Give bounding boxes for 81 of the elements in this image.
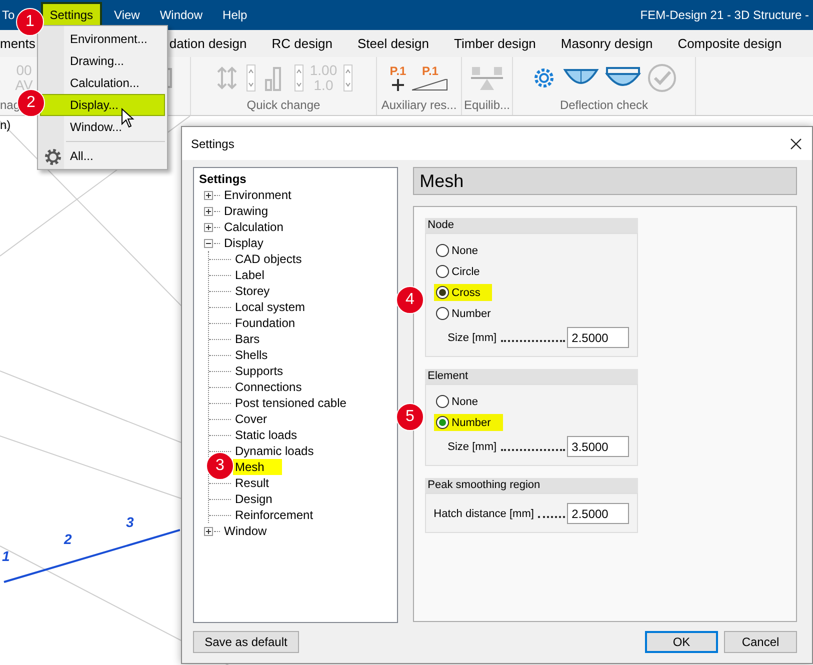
expand-icon[interactable]: [204, 222, 213, 232]
tree-item[interactable]: Label: [233, 267, 266, 283]
tree-item[interactable]: Shells: [233, 347, 270, 363]
spin-icon[interactable]: [294, 64, 304, 92]
field-label: Size [mm]: [448, 332, 497, 344]
node-number: 3: [126, 514, 134, 530]
group-title: Peak smoothing region: [424, 478, 638, 493]
spin-icon[interactable]: [246, 64, 256, 92]
icon-text: P.1: [422, 64, 438, 79]
gear-icon: [44, 148, 62, 166]
menu-item[interactable]: Drawing...: [40, 50, 165, 72]
menu-item[interactable]: View: [106, 3, 148, 27]
cursor-icon: [121, 108, 135, 128]
group-title: Element: [424, 369, 638, 384]
tree-root: Settings: [199, 171, 248, 187]
tree-item[interactable]: Storey: [233, 283, 272, 299]
ribbon-tab[interactable]: Masonry design: [560, 36, 653, 51]
menu-item[interactable]: Window...: [40, 116, 165, 138]
dialog-button[interactable]: Cancel: [724, 631, 797, 653]
tree-item[interactable]: Design: [233, 491, 274, 507]
ribbon-tab[interactable]: Composite design: [678, 36, 782, 51]
icon-text: P.1: [390, 64, 406, 79]
expand-icon[interactable]: [204, 190, 213, 200]
ribbon-tab[interactable]: Steel design: [357, 36, 430, 51]
tree-item[interactable]: Result: [233, 475, 272, 491]
input-field[interactable]: 2.5000: [566, 503, 629, 524]
tree-item[interactable]: Bars: [233, 331, 262, 347]
tree-item[interactable]: Local system: [233, 299, 308, 315]
group-label: Quick change: [246, 98, 320, 114]
tree-item[interactable]: Environment: [222, 187, 294, 203]
radio-option[interactable]: Number: [434, 414, 503, 431]
radio-option[interactable]: Number: [434, 305, 495, 322]
spin-icon[interactable]: [343, 64, 354, 92]
expand-icon[interactable]: [204, 526, 213, 536]
tree-item[interactable]: Dynamic loads: [233, 443, 316, 459]
tree-item[interactable]: Static loads: [233, 427, 300, 443]
tree-item[interactable]: Mesh: [233, 459, 282, 475]
menu-item[interactable]: Display...: [40, 94, 165, 116]
tree-item[interactable]: Foundation: [233, 315, 298, 331]
ribbon-tab[interactable]: Timber design: [454, 36, 536, 51]
input-field[interactable]: 2.5000: [566, 327, 629, 348]
group-title: Node: [424, 218, 638, 233]
dialog-button[interactable]: OK: [645, 631, 718, 653]
tree-item[interactable]: Reinforcement: [233, 507, 316, 523]
ribbon-tab[interactable]: ments: [0, 36, 36, 51]
expand-icon[interactable]: [204, 206, 213, 216]
radio-option[interactable]: Circle: [434, 263, 484, 280]
slope-icon: [412, 79, 448, 91]
label-text: n): [0, 118, 11, 132]
radio-option[interactable]: None: [434, 393, 482, 410]
tree-item[interactable]: CAD objects: [233, 251, 304, 267]
tree-item[interactable]: Drawing: [222, 203, 270, 219]
panel-title: Mesh: [412, 167, 797, 195]
menu-item[interactable]: To: [0, 3, 17, 27]
menu-item[interactable]: All...: [40, 145, 165, 167]
dialog-button[interactable]: Save as default: [193, 631, 299, 653]
window-title: FEM-Design 21 - 3D Structure -: [640, 8, 809, 22]
radio-option[interactable]: Cross: [434, 284, 492, 301]
group-label: Equilib...: [464, 98, 510, 114]
tree-item[interactable]: Display: [222, 235, 266, 251]
field-label: Hatch distance [mm]: [434, 508, 534, 520]
input-field[interactable]: 3.5000: [566, 436, 629, 457]
plus-icon: [392, 79, 404, 91]
collapse-icon[interactable]: [204, 238, 213, 248]
radio-option[interactable]: None: [434, 242, 482, 259]
ribbon-tab[interactable]: dation design: [169, 36, 247, 51]
dialog-title: Settings: [191, 136, 234, 150]
field-label: Size [mm]: [448, 440, 497, 452]
tree-item[interactable]: Calculation: [222, 219, 286, 235]
tree-item[interactable]: Connections: [233, 379, 304, 395]
menu-item[interactable]: Help: [214, 3, 256, 27]
check-icon[interactable]: [647, 62, 677, 92]
ribbon-tab[interactable]: RC design: [272, 36, 332, 51]
tree-item[interactable]: Cover: [233, 411, 270, 427]
tree-item[interactable]: Supports: [233, 363, 286, 379]
tree-item[interactable]: Post tensioned cable: [233, 395, 348, 411]
tree-item[interactable]: Window: [222, 523, 269, 539]
group-label: Deflection check: [560, 98, 648, 114]
group-label: Auxiliary res...: [381, 98, 457, 114]
close-icon[interactable]: [790, 138, 802, 150]
menu-item[interactable]: Window: [152, 3, 211, 27]
